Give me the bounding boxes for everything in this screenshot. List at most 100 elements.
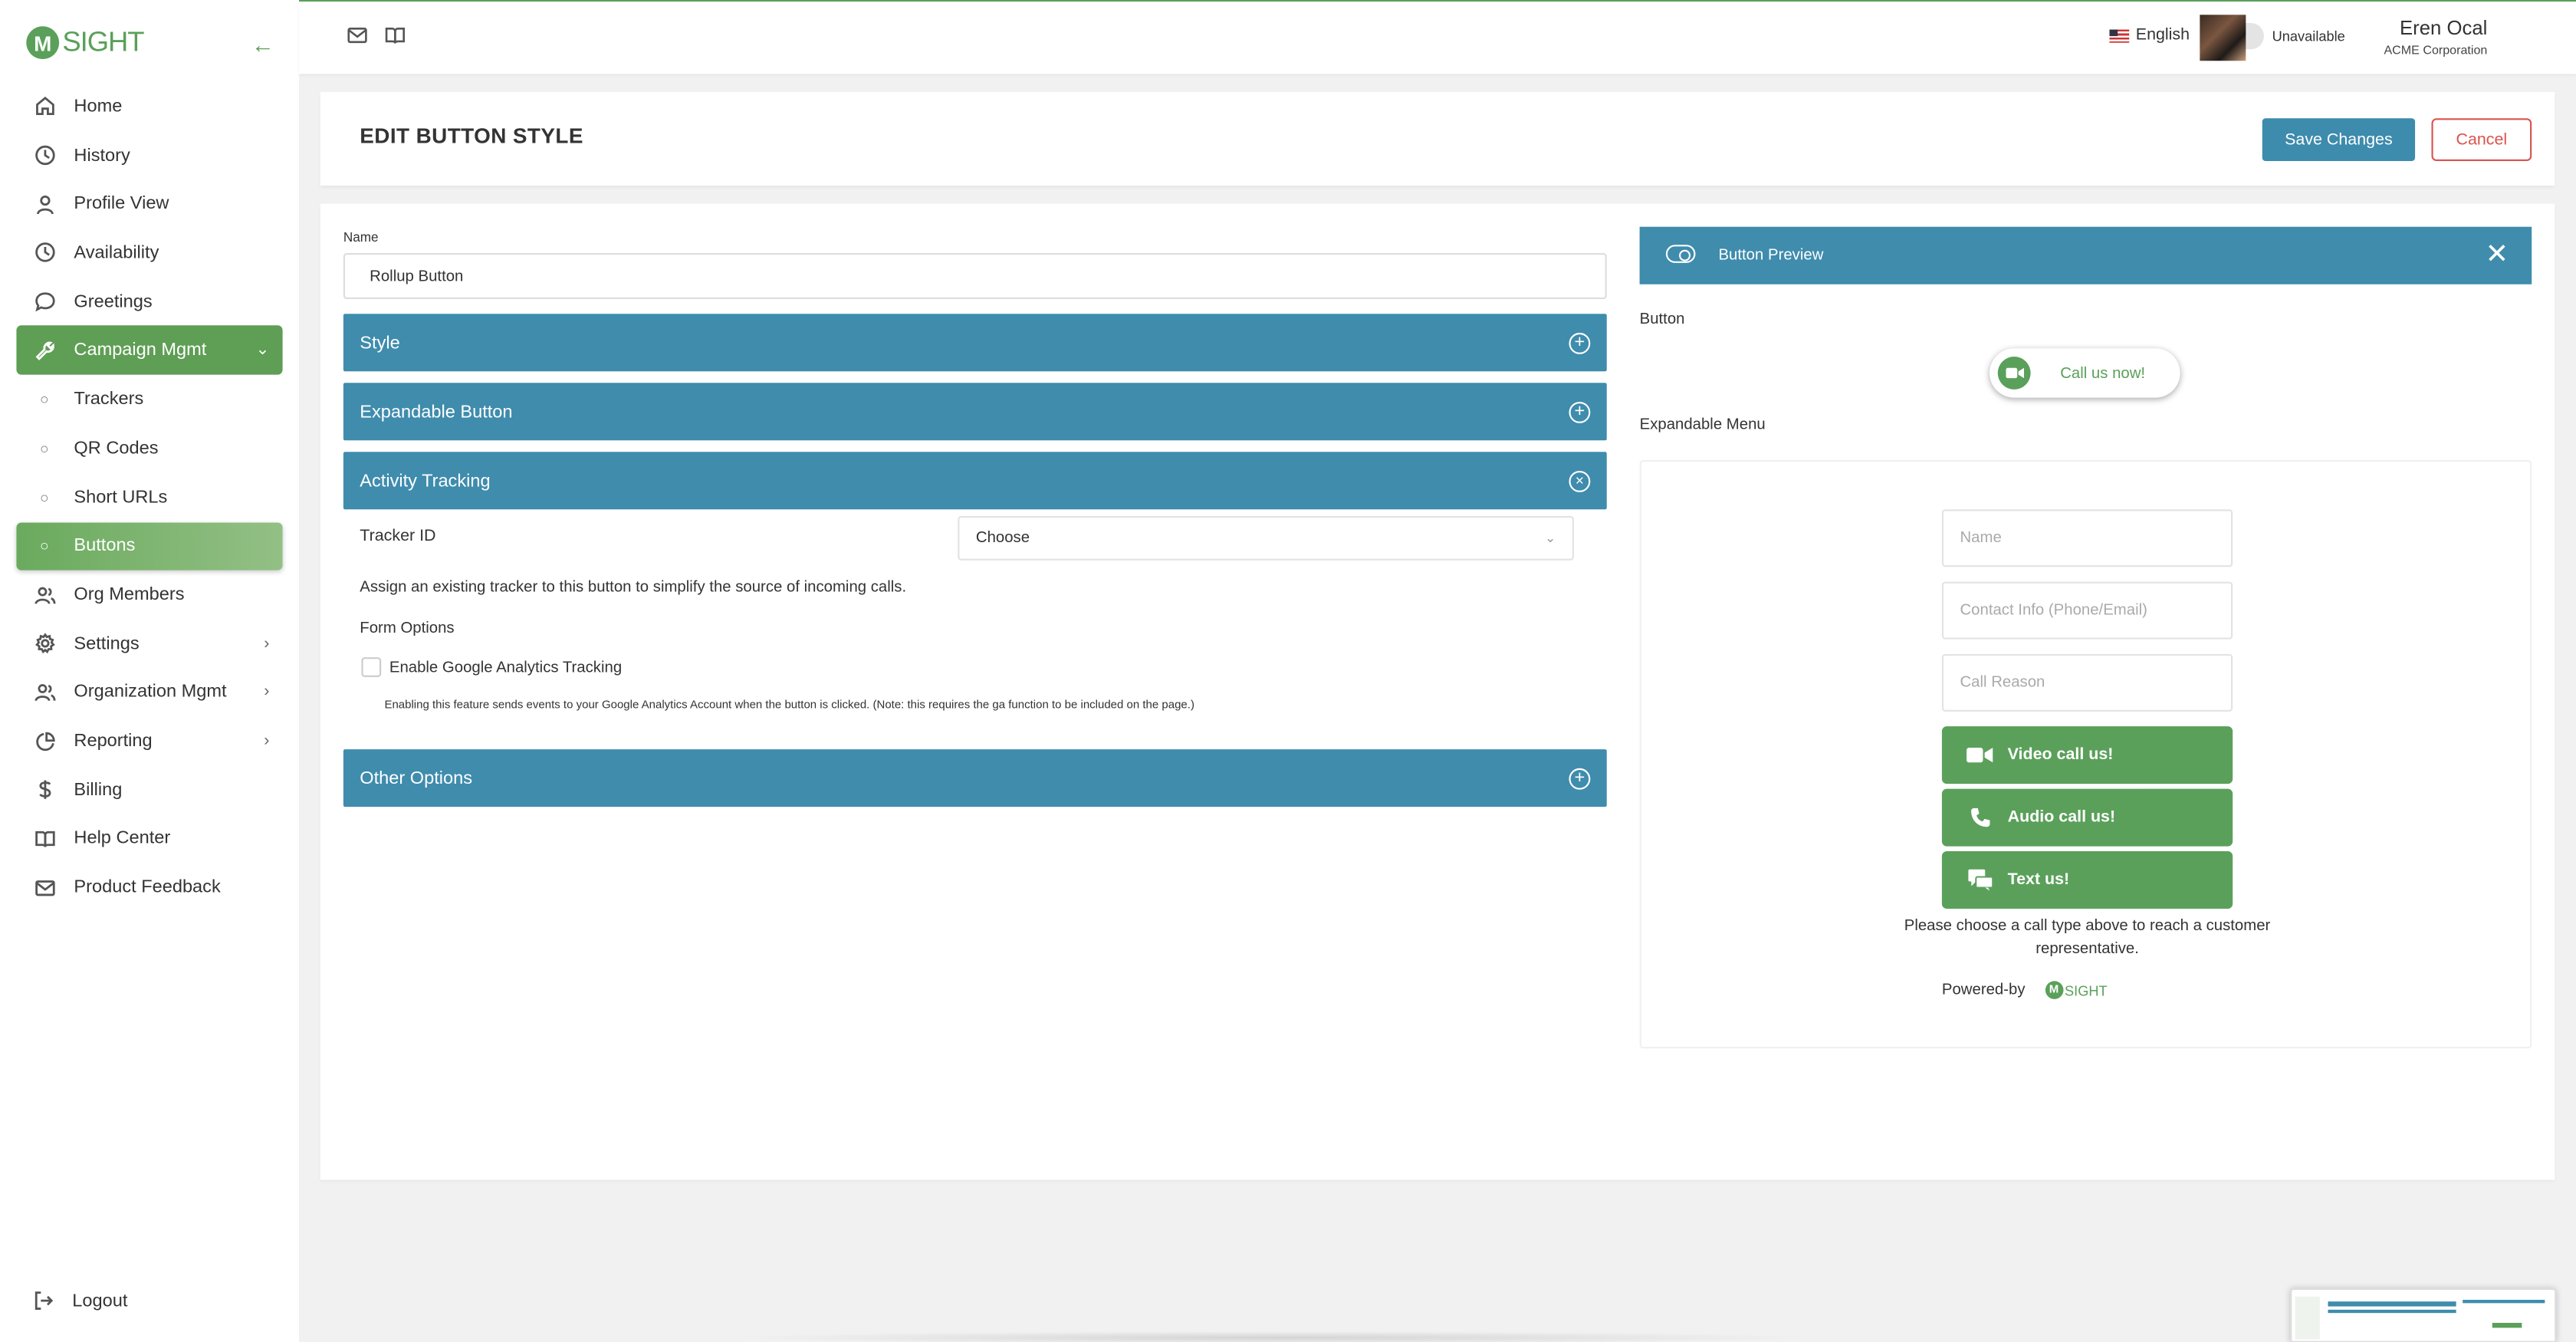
gear-icon (33, 632, 56, 655)
sidebar-item-home[interactable]: Home (16, 82, 282, 131)
circle-bullet-icon: ○ (40, 488, 49, 506)
text-us-label: Text us! (2007, 870, 2070, 890)
tracker-select-value: Choose (975, 529, 1030, 548)
thumb-bar (2463, 1300, 2545, 1304)
phone-icon (1967, 806, 1993, 829)
sidebar-item-label: Home (74, 97, 123, 117)
call-us-now-button[interactable]: Call us now! (1990, 348, 2180, 398)
text-us-button[interactable]: Text us! (1941, 851, 2233, 909)
users-icon (33, 681, 56, 704)
logout-button[interactable]: Logout (33, 1290, 128, 1311)
audio-call-button[interactable]: Audio call us! (1941, 788, 2233, 847)
sidebar: M SIGHT ← Home History Profile View Avai… (0, 0, 300, 1342)
powered-by-label: Powered-by (1941, 981, 2026, 999)
name-label: Name (343, 230, 379, 245)
chat-icon (33, 290, 56, 313)
sidebar-item-label: Availability (74, 242, 159, 263)
plus-circle-icon: + (1569, 400, 1591, 423)
logo-text: SIGHT (2064, 982, 2108, 998)
sidebar-item-reporting[interactable]: Reporting › (16, 717, 282, 766)
expandable-button-section-header[interactable]: Expandable Button + (343, 383, 1607, 441)
sight-logo: M SIGHT (2045, 981, 2108, 999)
sidebar-item-history[interactable]: History (16, 131, 282, 180)
clock-icon (33, 242, 56, 265)
page-title: EDIT BUTTON STYLE (360, 123, 583, 148)
app-logo[interactable]: M SIGHT (26, 26, 144, 60)
page-header: EDIT BUTTON STYLE Save Changes Cancel (320, 92, 2555, 186)
sidebar-item-product-feedback[interactable]: Product Feedback (16, 863, 282, 913)
video-call-button[interactable]: Video call us! (1941, 726, 2233, 784)
sidebar-item-campaign-mgmt[interactable]: Campaign Mgmt ⌄ (16, 326, 283, 376)
sidebar-item-label: Buttons (74, 536, 136, 557)
choose-call-type-text: Please choose a call type above to reach… (1904, 916, 2271, 959)
user-organization: ACME Corporation (2384, 42, 2488, 58)
language-selector[interactable]: English (2109, 26, 2190, 44)
availability-status: Unavailable (2272, 28, 2345, 44)
book-icon[interactable] (384, 25, 407, 48)
video-call-label: Video call us! (2007, 745, 2114, 765)
thumb-bar (2328, 1309, 2456, 1314)
thumb-bar (2328, 1301, 2456, 1307)
google-analytics-checkbox[interactable] (361, 657, 382, 677)
tracker-id-select[interactable]: Choose ⌄ (958, 515, 1574, 561)
sidebar-item-label: Campaign Mgmt (74, 340, 207, 361)
sidebar-item-label: Settings (74, 633, 140, 654)
chevron-down-icon: ⌄ (255, 341, 270, 360)
style-section-header[interactable]: Style + (343, 314, 1607, 372)
sidebar-item-settings[interactable]: Settings › (16, 620, 282, 669)
section-title: Other Options (360, 768, 473, 788)
home-icon (33, 95, 56, 118)
logout-label: Logout (72, 1291, 128, 1311)
sidebar-item-label: Organization Mgmt (74, 683, 227, 702)
sidebar-item-profile-view[interactable]: Profile View (16, 179, 282, 229)
dollar-icon (33, 778, 56, 801)
chevron-right-icon: › (264, 732, 270, 751)
sidebar-item-availability[interactable]: Availability (16, 229, 282, 278)
save-changes-button[interactable]: Save Changes (2262, 118, 2416, 162)
section-title: Style (360, 332, 400, 353)
sidebar-item-organization-mgmt[interactable]: Organization Mgmt › (16, 668, 282, 717)
logout-icon (34, 1291, 54, 1310)
activity-tracking-section-header[interactable]: Activity Tracking × (343, 452, 1607, 510)
call-button-text: Call us now! (2060, 363, 2146, 383)
sidebar-item-qr-codes[interactable]: ○ QR Codes (16, 424, 282, 473)
sidebar-item-label: Billing (74, 780, 123, 801)
logo-mark: M (2045, 981, 2063, 999)
sidebar-item-buttons[interactable]: ○ Buttons (16, 521, 283, 571)
video-camera-icon (1967, 744, 1993, 767)
thumb-bar (2492, 1323, 2522, 1328)
mail-icon[interactable] (347, 25, 370, 48)
wrench-icon (33, 339, 56, 362)
sidebar-item-help-center[interactable]: Help Center (16, 814, 282, 863)
chevron-right-icon: › (264, 634, 270, 653)
sidebar-item-billing[interactable]: Billing (16, 765, 282, 814)
close-circle-icon: × (1569, 469, 1591, 492)
close-icon[interactable]: ✕ (2486, 240, 2509, 268)
preview-title: Button Preview (1718, 246, 1824, 265)
cancel-button[interactable]: Cancel (2431, 118, 2532, 162)
contact-info-field[interactable]: Contact Info (Phone/Email) (1941, 581, 2233, 640)
other-options-section-header[interactable]: Other Options + (343, 749, 1607, 808)
avatar[interactable] (2200, 15, 2246, 61)
sidebar-item-label: Greetings (74, 291, 153, 312)
user-name[interactable]: Eren Ocal (2400, 16, 2487, 39)
google-analytics-note: Enabling this feature sends events to yo… (384, 699, 1194, 712)
sidebar-item-trackers[interactable]: ○ Trackers (16, 376, 282, 425)
name-field[interactable]: Name (1941, 509, 2233, 567)
toggle-icon[interactable] (1665, 245, 1696, 263)
call-reason-field[interactable]: Call Reason (1941, 653, 2233, 712)
sidebar-item-short-urls[interactable]: ○ Short URLs (16, 473, 282, 522)
user-icon (33, 192, 56, 215)
collapse-sidebar-arrow-icon[interactable]: ← (251, 31, 274, 58)
clock-icon (33, 144, 56, 167)
screenshot-thumbnail[interactable] (2290, 1288, 2557, 1342)
sidebar-item-greetings[interactable]: Greetings (16, 278, 282, 327)
pie-icon (33, 730, 56, 753)
button-preview-label: Button (1639, 311, 1685, 329)
chat-bubbles-icon (1967, 869, 1993, 892)
sidebar-item-label: Help Center (74, 829, 171, 849)
google-analytics-label[interactable]: Enable Google Analytics Tracking (389, 659, 622, 677)
sidebar-item-org-members[interactable]: Org Members (16, 571, 282, 620)
name-input[interactable]: Rollup Button (343, 253, 1607, 300)
sidebar-item-label: History (74, 145, 130, 166)
